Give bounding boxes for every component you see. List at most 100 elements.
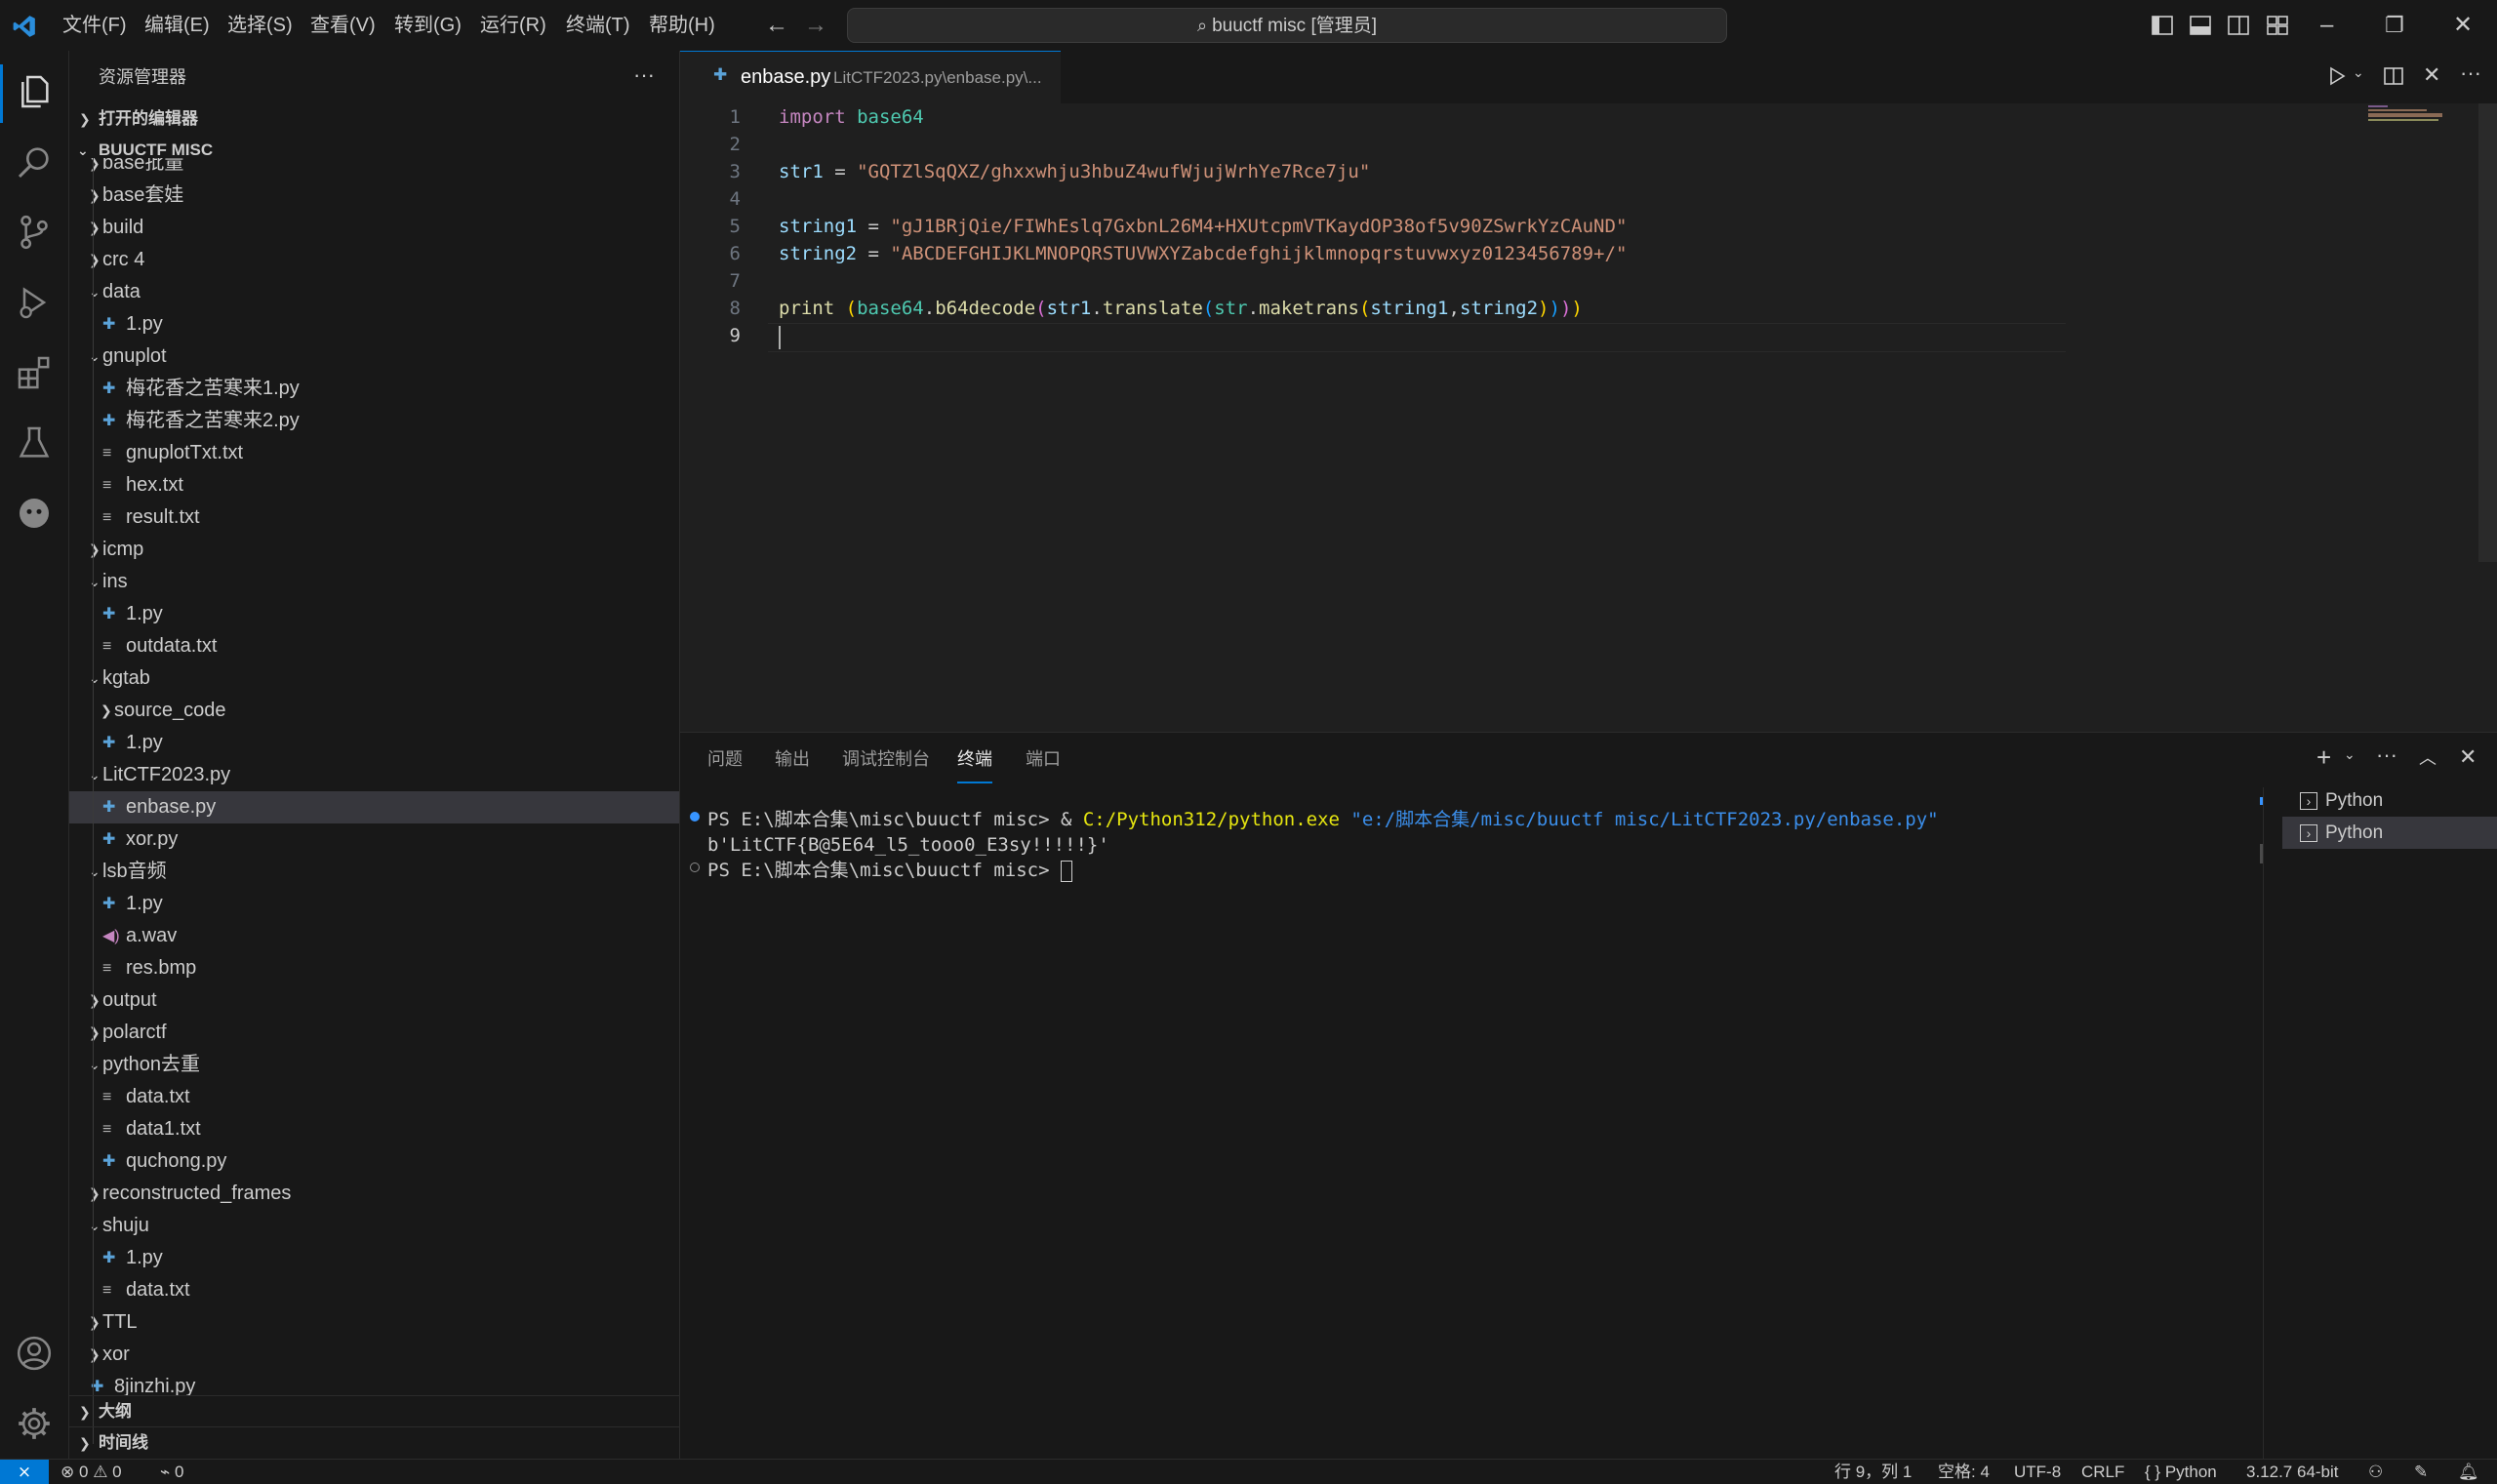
tree-folder[interactable]: ⌄ lsb音频 — [69, 856, 679, 888]
tab-problems[interactable]: 问题 — [707, 733, 743, 785]
tree-folder[interactable]: ❯ xor — [69, 1339, 679, 1371]
tree-folder[interactable]: ⌄ ins — [69, 566, 679, 598]
toggle-primary-sidebar-icon[interactable] — [2151, 14, 2174, 37]
maximize-panel-icon[interactable]: ︿ — [2419, 744, 2437, 770]
editor-scrollbar[interactable] — [2478, 103, 2497, 562]
remote-explorer-icon[interactable] — [15, 494, 54, 533]
nav-back-icon[interactable]: ← — [765, 0, 788, 51]
extensions-icon[interactable] — [15, 353, 54, 392]
accounts-icon[interactable] — [15, 1334, 54, 1373]
toggle-panel-icon[interactable] — [2189, 14, 2212, 37]
command-center-search[interactable]: ⌕ buuctf misc [管理员] — [847, 8, 1727, 43]
command-success-decoration-icon[interactable] — [690, 812, 700, 822]
run-python-file-icon[interactable] — [2325, 64, 2349, 88]
search-view-icon[interactable] — [15, 142, 54, 181]
minimap[interactable] — [2368, 103, 2476, 133]
tree-folder[interactable]: ❯ base批量 — [69, 158, 679, 180]
tree-file[interactable]: ✚ quchong.py — [69, 1145, 679, 1178]
vscode-logo-icon[interactable] — [12, 14, 37, 39]
explorer-icon[interactable] — [15, 72, 54, 111]
tab-debug-console[interactable]: 调试控制台 — [842, 733, 930, 785]
tree-folder[interactable]: ⌄ kgtab — [69, 662, 679, 695]
manage-gear-icon[interactable] — [15, 1404, 54, 1443]
tree-file[interactable]: ≡ outdata.txt — [69, 630, 679, 662]
minimize-icon[interactable]: – — [2320, 0, 2333, 51]
tree-file[interactable]: ≡ result.txt — [69, 501, 679, 534]
notifications-bell-icon[interactable]: 🔔︎ — [2458, 1460, 2479, 1484]
code-editor[interactable]: 1 2 3 4 5 6 7 8 9 import base64 str1 = "GQTZlSqQ… — [680, 103, 2497, 731]
tree-file[interactable]: ✚ 1.py — [69, 727, 679, 759]
tree-file[interactable]: ✚ enbase.py — [69, 791, 679, 823]
tree-file[interactable]: ✚ 1.py — [69, 598, 679, 630]
menu-run[interactable]: 运行(R) — [480, 0, 546, 51]
tree-file[interactable]: ≡ res.bmp — [69, 952, 679, 984]
tree-folder[interactable]: ❯ build — [69, 212, 679, 244]
python-interpreter[interactable]: 3.12.7 64-bit — [2246, 1460, 2339, 1484]
tree-file[interactable]: ≡ gnuplotTxt.txt — [69, 437, 679, 469]
menu-edit[interactable]: 编辑(E) — [144, 0, 210, 51]
tree-file[interactable]: ≡ data.txt — [69, 1081, 679, 1113]
encoding[interactable]: UTF-8 — [2014, 1460, 2061, 1484]
timeline-section[interactable]: ❯ 时间线 — [69, 1426, 679, 1459]
tree-folder[interactable]: ⌄ data — [69, 276, 679, 308]
ports-status[interactable]: ⌁ 0 — [160, 1460, 183, 1484]
panel-more-icon[interactable]: ··· — [2376, 742, 2397, 768]
tree-file[interactable]: ≡ data.txt — [69, 1274, 679, 1306]
split-editor-icon[interactable] — [2382, 64, 2405, 88]
menu-terminal[interactable]: 终端(T) — [566, 0, 630, 51]
tree-folder[interactable]: ⌄ python去重 — [69, 1049, 679, 1081]
menu-help[interactable]: 帮助(H) — [649, 0, 715, 51]
tab-ports[interactable]: 端口 — [1026, 733, 1061, 785]
menu-view[interactable]: 查看(V) — [310, 0, 376, 51]
tree-folder[interactable]: ❯ icmp — [69, 534, 679, 566]
tree-file[interactable]: ✚ 梅花香之苦寒来2.py — [69, 405, 679, 437]
terminal-dropdown-chevron-icon[interactable]: ⌄ — [2344, 746, 2356, 763]
tree-folder[interactable]: ❯ output — [69, 984, 679, 1017]
tree-folder[interactable]: ❯ crc 4 — [69, 244, 679, 276]
tab-output[interactable]: 输出 — [775, 733, 810, 785]
tree-file[interactable]: ✚ 梅花香之苦寒来1.py — [69, 373, 679, 405]
close-editor-icon[interactable]: ✕ — [2423, 62, 2440, 88]
tree-file[interactable]: ✚ 1.py — [69, 308, 679, 341]
nav-forward-icon[interactable]: → — [804, 0, 827, 51]
menu-file[interactable]: 文件(F) — [62, 0, 127, 51]
toggle-secondary-sidebar-icon[interactable] — [2227, 14, 2250, 37]
tree-file[interactable]: ✚ 1.py — [69, 1242, 679, 1274]
tab-enbase-py[interactable]: ✚ enbase.py LitCTF2023.py\enbase.py\... — [680, 51, 1061, 104]
tree-folder[interactable]: ⌄ LitCTF2023.py — [69, 759, 679, 791]
tree-folder[interactable]: ❯ TTL — [69, 1306, 679, 1339]
menu-selection[interactable]: 选择(S) — [227, 0, 293, 51]
testing-icon[interactable] — [15, 423, 54, 462]
cursor-position[interactable]: 行 9，列 1 — [1834, 1460, 1912, 1484]
customize-layout-icon[interactable] — [2266, 14, 2289, 37]
restore-icon[interactable]: ❐ — [2385, 0, 2404, 51]
terminal-list-item[interactable]: › Python — [2282, 784, 2497, 817]
run-dropdown-chevron-icon[interactable]: ⌄ — [2353, 64, 2364, 81]
copilot-icon[interactable]: ⚇ — [2368, 1460, 2383, 1484]
problems-status[interactable]: ⊗ 0 ⚠ 0 — [60, 1460, 122, 1484]
tree-folder[interactable]: ❯ polarctf — [69, 1017, 679, 1049]
tree-folder[interactable]: ❯ source_code — [69, 695, 679, 727]
run-debug-icon[interactable] — [15, 283, 54, 322]
close-window-icon[interactable]: ✕ — [2453, 0, 2473, 51]
tree-file[interactable]: ◀) a.wav — [69, 920, 679, 952]
feedback-icon[interactable]: ✎ — [2414, 1460, 2428, 1484]
open-editors-section[interactable]: ❯ 打开的编辑器 — [69, 103, 679, 135]
tree-folder[interactable]: ❯ base套娃 — [69, 180, 679, 212]
tree-folder[interactable]: ⌄ gnuplot — [69, 341, 679, 373]
editor-more-icon[interactable]: ··· — [2460, 60, 2481, 86]
tree-folder[interactable]: ⌄ shuju — [69, 1210, 679, 1242]
tree-file[interactable]: ✚ 1.py — [69, 888, 679, 920]
remote-indicator-icon[interactable]: ⨯ — [0, 1460, 49, 1484]
explorer-more-icon[interactable]: ··· — [633, 62, 655, 88]
terminal-list-item-active[interactable]: › Python — [2282, 817, 2497, 849]
new-terminal-icon[interactable]: + — [2316, 742, 2331, 773]
tree-folder[interactable]: ❯ reconstructed_frames — [69, 1178, 679, 1210]
end-of-line[interactable]: CRLF — [2081, 1460, 2124, 1484]
tree-file[interactable]: ✚ xor.py — [69, 823, 679, 856]
language-mode[interactable]: { } Python — [2145, 1460, 2217, 1484]
outline-section[interactable]: ❯ 大纲 — [69, 1395, 679, 1427]
close-panel-icon[interactable]: ✕ — [2459, 744, 2477, 770]
tab-terminal[interactable]: 终端 — [957, 733, 992, 783]
tree-file[interactable]: ≡ data1.txt — [69, 1113, 679, 1145]
